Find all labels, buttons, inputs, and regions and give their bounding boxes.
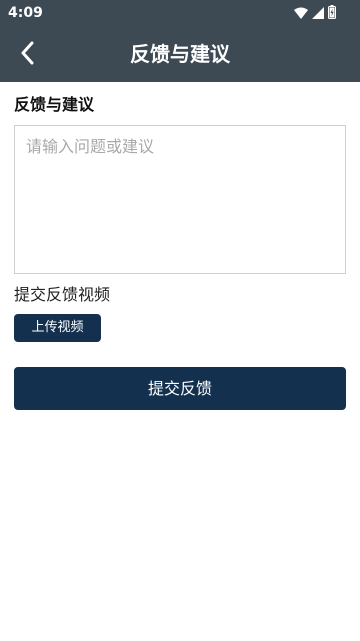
feedback-input[interactable]	[14, 125, 346, 274]
section-title: 反馈与建议	[14, 95, 95, 114]
signal-icon	[312, 4, 324, 23]
status-bar: 4:09	[0, 0, 360, 26]
upload-video-button[interactable]: 上传视频	[14, 314, 101, 342]
status-icons	[294, 4, 336, 22]
page-title: 反馈与建议	[130, 42, 230, 66]
status-time: 4:09	[8, 5, 43, 21]
submit-feedback-button[interactable]: 提交反馈	[14, 367, 346, 410]
battery-charging-icon	[328, 4, 336, 23]
app-bar: 反馈与建议	[0, 26, 360, 82]
wifi-icon	[294, 4, 308, 23]
video-upload-label: 提交反馈视频	[14, 285, 111, 304]
